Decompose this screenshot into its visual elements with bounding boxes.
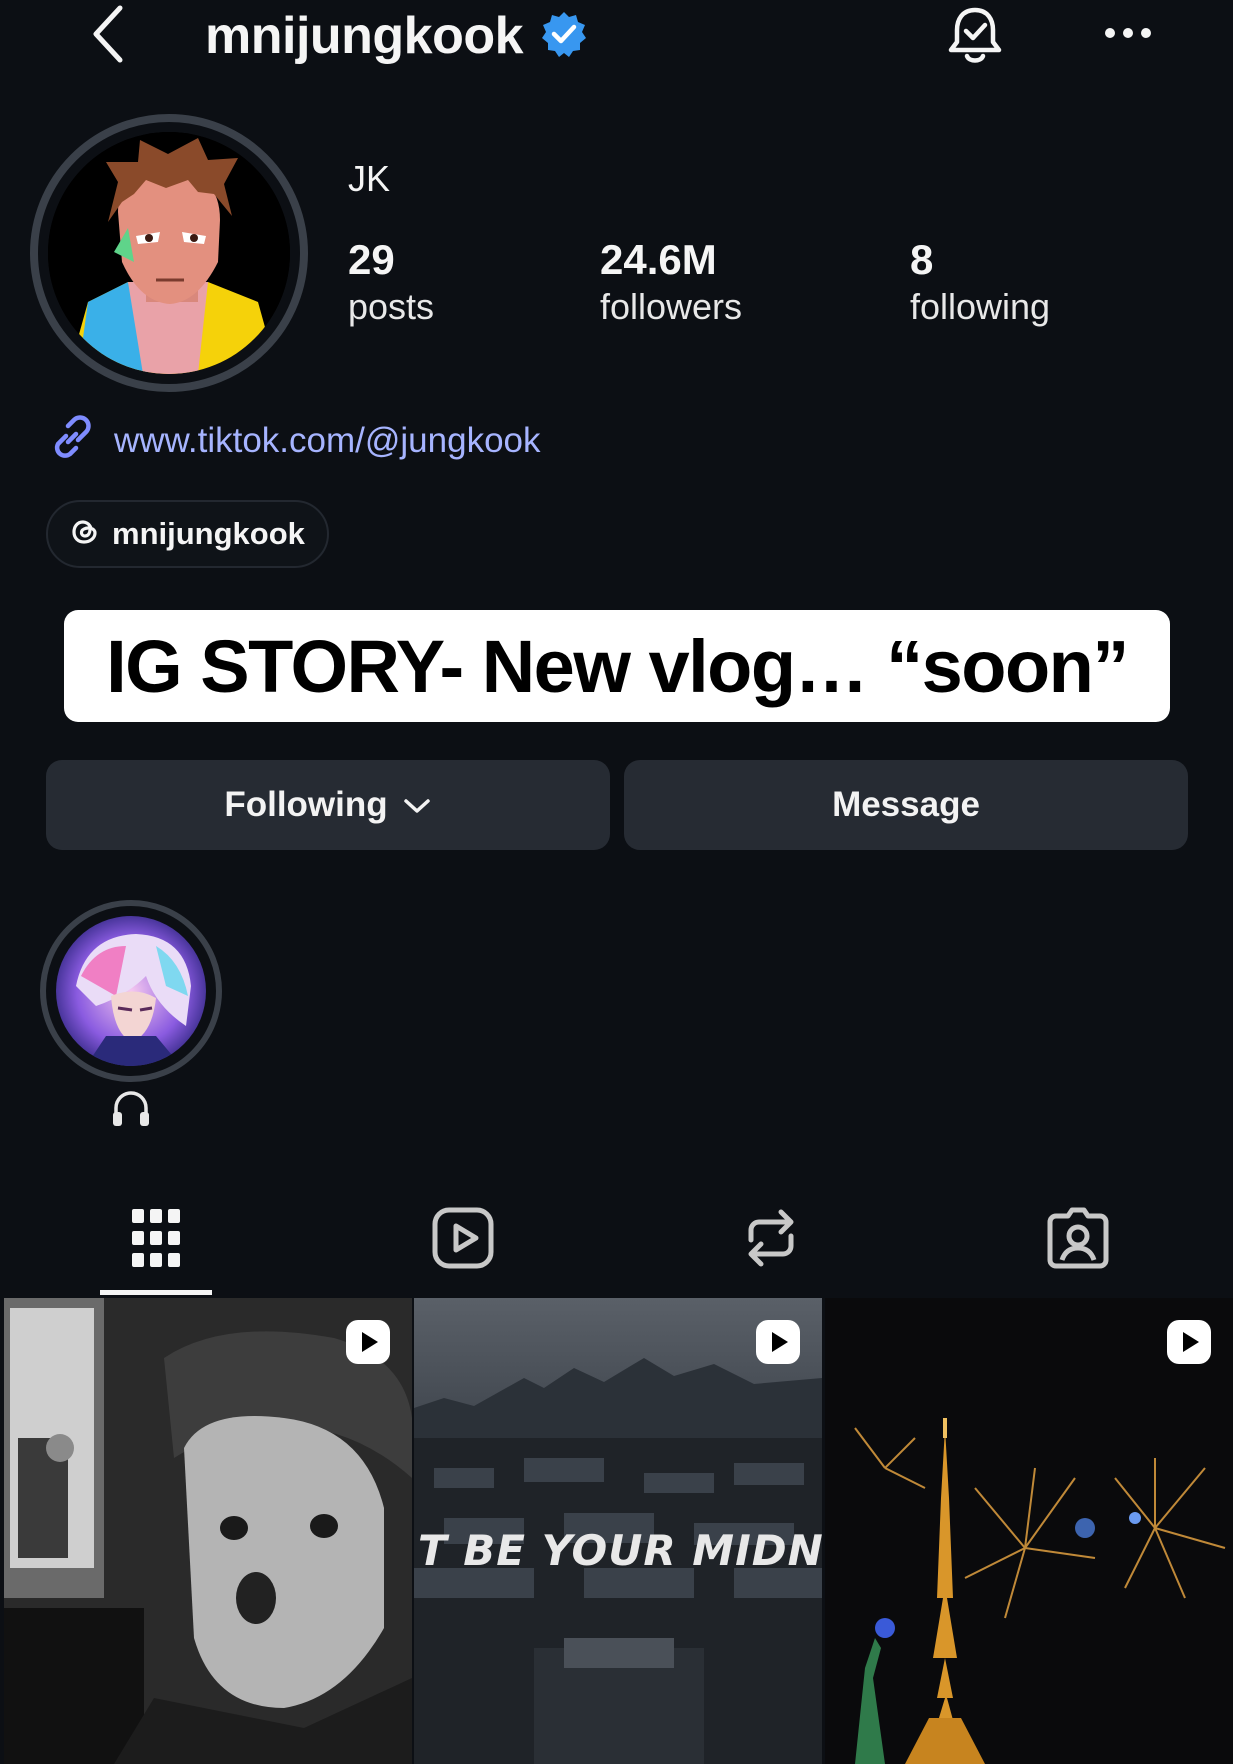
back-chevron-icon[interactable]	[78, 0, 138, 68]
chevron-down-icon	[402, 785, 432, 825]
reel-badge-icon	[344, 1318, 392, 1366]
avatar-illustration	[48, 132, 290, 374]
threads-handle: mnijungkook	[112, 516, 305, 551]
more-horizontal-icon[interactable]	[1098, 8, 1158, 58]
tab-reels[interactable]	[418, 1200, 508, 1280]
threads-chip[interactable]: mnijungkook	[46, 500, 329, 568]
bio-link[interactable]: www.tiktok.com/@jungkook	[46, 412, 541, 469]
active-tab-indicator	[100, 1290, 212, 1295]
bell-check-icon[interactable]	[940, 0, 1010, 70]
threads-icon	[70, 517, 100, 552]
tagged-icon	[1046, 1206, 1110, 1275]
reposts-icon	[743, 1206, 799, 1275]
verified-badge-icon	[540, 10, 588, 58]
grid-post-3[interactable]	[825, 1298, 1233, 1764]
following-button[interactable]: Following	[46, 760, 610, 850]
followers-count: 24.6M	[600, 236, 717, 283]
display-name: JK	[348, 158, 391, 199]
link-icon	[46, 412, 98, 469]
header-username: mnijungkook	[205, 7, 524, 65]
highlight-cover-illustration	[56, 916, 206, 1066]
grid-icon	[130, 1207, 182, 1274]
reels-icon	[431, 1206, 495, 1275]
headphones-icon	[108, 1086, 154, 1132]
post-thumbnail-eiffel-fireworks	[825, 1298, 1233, 1764]
grid-post-2[interactable]: T BE YOUR MIDNIGHT	[414, 1298, 822, 1764]
link-text: www.tiktok.com/@jungkook	[114, 420, 541, 460]
reel-badge-icon	[754, 1318, 802, 1366]
tab-tagged[interactable]	[1033, 1200, 1123, 1280]
post-thumbnail-selfie	[4, 1298, 412, 1764]
followers-label: followers	[600, 286, 743, 327]
caption-overlay-text: IG STORY- New vlog… “soon”	[106, 624, 1129, 708]
following-label: following	[910, 286, 1051, 327]
post-overlay-text: T BE YOUR MIDNIGHT	[418, 1526, 822, 1575]
message-button-label: Message	[832, 785, 980, 824]
tab-reposts[interactable]	[726, 1200, 816, 1280]
profile-avatar[interactable]	[30, 114, 308, 392]
followers-stat[interactable]: 24.6M followers	[600, 236, 742, 328]
posts-count: 29	[348, 236, 395, 283]
story-highlight[interactable]	[40, 900, 222, 1082]
message-button[interactable]: Message	[624, 760, 1188, 850]
following-stat[interactable]: 8 following	[910, 236, 1050, 328]
reel-badge-icon	[1165, 1318, 1213, 1366]
following-count: 8	[910, 236, 934, 283]
posts-label: posts	[348, 286, 435, 327]
caption-overlay: IG STORY- New vlog… “soon”	[64, 610, 1170, 722]
grid-post-1[interactable]	[4, 1298, 412, 1764]
posts-stat[interactable]: 29 posts	[348, 236, 434, 328]
following-button-label: Following	[224, 785, 388, 824]
tab-posts-grid[interactable]	[111, 1200, 201, 1280]
